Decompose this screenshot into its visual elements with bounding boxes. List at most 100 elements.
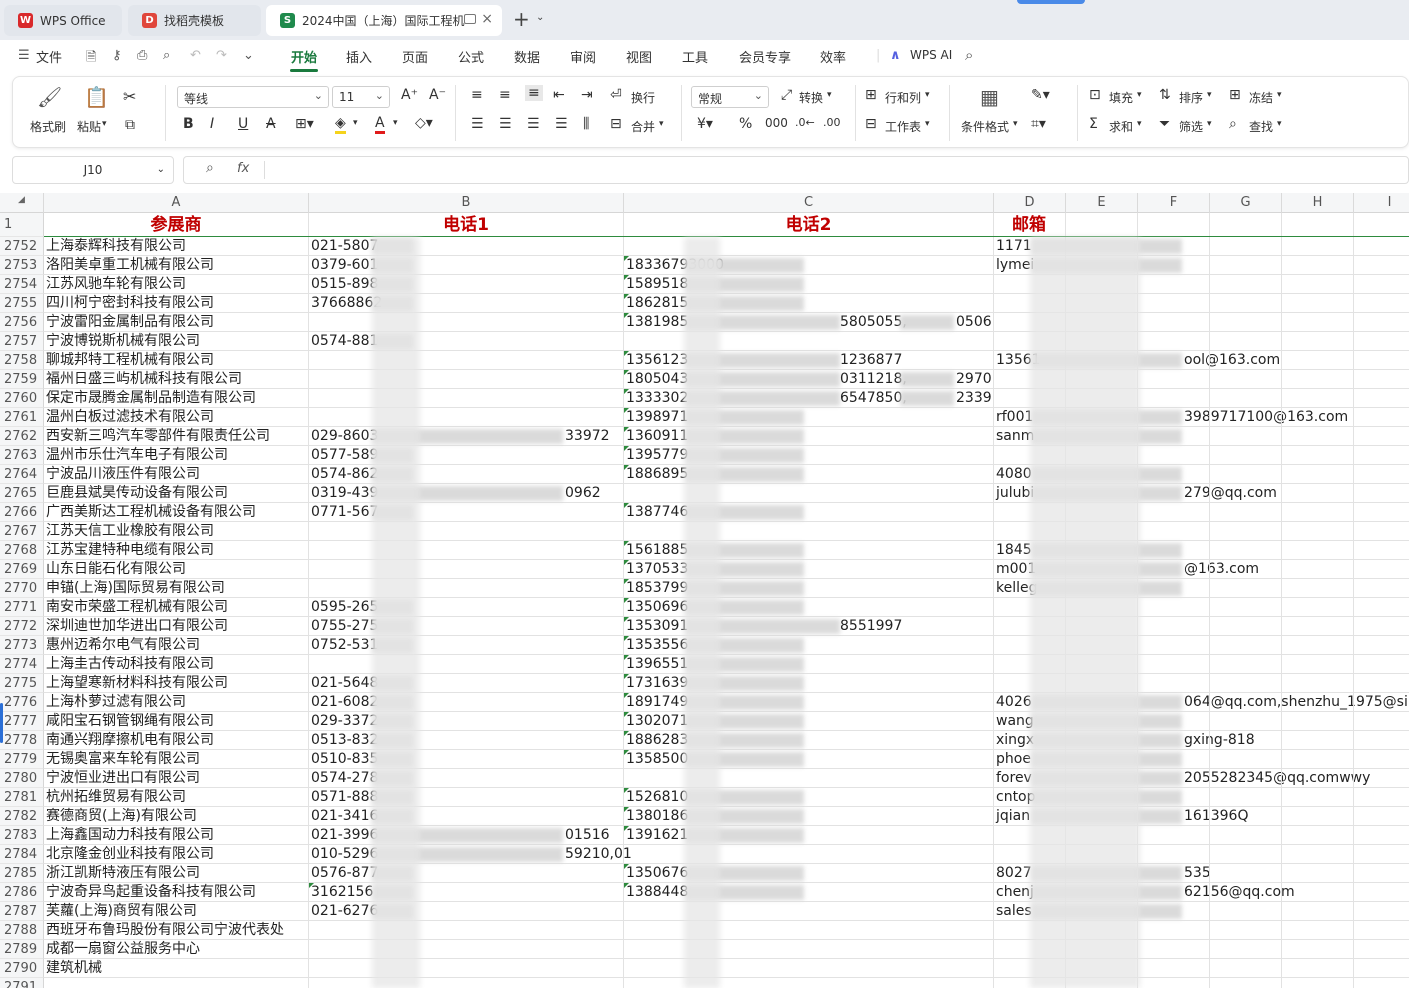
cell[interactable] — [1354, 237, 1409, 256]
cell[interactable] — [1138, 351, 1210, 370]
cell[interactable] — [1138, 845, 1210, 864]
cell[interactable] — [1210, 617, 1282, 636]
wrap-text-button[interactable]: 换行 — [631, 89, 655, 106]
cell[interactable] — [1066, 213, 1138, 237]
cell[interactable] — [1210, 560, 1282, 579]
cell[interactable] — [1282, 636, 1354, 655]
row-number[interactable]: 2785 — [0, 864, 44, 883]
cell[interactable] — [1282, 807, 1354, 826]
cell[interactable] — [1354, 845, 1409, 864]
cell-phone1[interactable]: 0510-835 — [309, 750, 624, 769]
cell[interactable] — [1354, 674, 1409, 693]
column-header-g[interactable]: G — [1210, 193, 1282, 213]
cell[interactable] — [1138, 598, 1210, 617]
cell-phone1[interactable] — [309, 921, 624, 940]
cell-phone2[interactable]: 1302071 — [624, 712, 994, 731]
bold-icon[interactable]: B — [183, 116, 194, 132]
cell[interactable] — [1210, 237, 1282, 256]
freeze-button[interactable]: 冻结 — [1249, 89, 1273, 106]
cell-exhibitor[interactable]: 申锚(上海)国际贸易有限公司 — [44, 579, 309, 598]
header-exhibitor[interactable]: 参展商 — [44, 213, 309, 237]
cell[interactable] — [1354, 655, 1409, 674]
find-button[interactable]: 查找 — [1249, 118, 1273, 135]
font-size-select[interactable]: 11 ⌄ — [332, 86, 390, 108]
cell[interactable] — [1138, 256, 1210, 275]
header-email[interactable]: 邮箱 — [994, 213, 1066, 237]
cell[interactable] — [1210, 522, 1282, 541]
cell-phone2[interactable] — [624, 959, 994, 978]
wrap-text-icon[interactable]: ⏎ — [610, 87, 622, 103]
cell[interactable] — [1282, 579, 1354, 598]
cell[interactable] — [1210, 864, 1282, 883]
cell[interactable] — [1282, 978, 1354, 988]
cell-exhibitor[interactable]: 聊城邦特工程机械有限公司 — [44, 351, 309, 370]
cell[interactable] — [1210, 275, 1282, 294]
cell[interactable] — [1354, 978, 1409, 988]
cell-phone2[interactable]: 1353556 — [624, 636, 994, 655]
cell[interactable] — [1210, 313, 1282, 332]
cell[interactable] — [1354, 541, 1409, 560]
merge-cells-icon[interactable]: ⊟ — [610, 116, 622, 132]
cell[interactable] — [1354, 408, 1409, 427]
cell-phone1[interactable] — [309, 408, 624, 427]
worksheet-icon[interactable]: ⊟ — [865, 116, 877, 132]
menu-page[interactable]: 页面 — [402, 47, 428, 66]
cell[interactable] — [1354, 560, 1409, 579]
cell[interactable] — [1138, 883, 1210, 902]
chevron-down-icon[interactable]: ▾ — [1137, 90, 1142, 100]
border-icon[interactable]: ⊞▾ — [295, 116, 314, 132]
cell-phone1[interactable]: 021-5807 — [309, 237, 624, 256]
cell[interactable] — [1138, 712, 1210, 731]
cell-phone2[interactable]: 1391621 — [624, 826, 994, 845]
cell[interactable] — [1354, 807, 1409, 826]
chevron-down-icon[interactable]: ▾ — [1207, 119, 1212, 129]
column-header-i[interactable]: I — [1354, 193, 1409, 213]
cell-style-icon[interactable]: ✎▾ — [1031, 87, 1050, 103]
cell[interactable] — [1282, 389, 1354, 408]
chevron-down-icon[interactable]: ▾ — [102, 119, 107, 129]
cell[interactable] — [1354, 294, 1409, 313]
percent-icon[interactable]: % — [739, 116, 752, 132]
cell-exhibitor[interactable]: 山东日能石化有限公司 — [44, 560, 309, 579]
thousands-icon[interactable]: 000 — [765, 116, 788, 130]
menu-member[interactable]: 会员专享 — [739, 47, 791, 66]
row-number[interactable]: 2762 — [0, 427, 44, 446]
format-painter-button[interactable]: 格式刷 — [30, 118, 66, 135]
cell-exhibitor[interactable]: 温州白板过滤技术有限公司 — [44, 408, 309, 427]
cell[interactable] — [1138, 541, 1210, 560]
cell[interactable] — [1210, 408, 1282, 427]
chevron-down-icon[interactable]: ⌄ — [157, 157, 165, 183]
cell-phone1[interactable] — [309, 313, 624, 332]
cell[interactable] — [1354, 579, 1409, 598]
cell-exhibitor[interactable]: 温州市乐仕汽车电子有限公司 — [44, 446, 309, 465]
row-number[interactable]: 2773 — [0, 636, 44, 655]
convert-icon[interactable]: ⤢ — [781, 87, 792, 103]
cell-phone1[interactable] — [309, 522, 624, 541]
row-number[interactable]: 2791 — [0, 978, 44, 988]
cell-phone1[interactable]: 0752-531 — [309, 636, 624, 655]
conditional-format-button[interactable]: 条件格式 — [961, 118, 1009, 135]
cell[interactable] — [1354, 959, 1409, 978]
cell[interactable] — [1210, 883, 1282, 902]
cell-phone2[interactable]: 1350676 — [624, 864, 994, 883]
search-icon[interactable]: ⌕ — [965, 46, 973, 64]
chevron-down-icon[interactable]: ▾ — [1277, 90, 1282, 100]
cell-exhibitor[interactable]: 四川柯宁密封科技有限公司 — [44, 294, 309, 313]
cell-exhibitor[interactable]: 广西美斯达工程机械设备有限公司 — [44, 503, 309, 522]
cell[interactable] — [1282, 446, 1354, 465]
cell-exhibitor[interactable]: 上海泰辉科技有限公司 — [44, 237, 309, 256]
save-icon[interactable]: 🗎 — [86, 48, 96, 70]
row-number[interactable]: 2759 — [0, 370, 44, 389]
filter-button[interactable]: 筛选 — [1179, 118, 1203, 135]
cell[interactable] — [1282, 959, 1354, 978]
cell-exhibitor[interactable]: 西班牙布鲁玛股份有限公司宁波代表处 — [44, 921, 309, 940]
convert-button[interactable]: 转换 — [799, 89, 823, 106]
cell-exhibitor[interactable]: 赛德商贸(上海)有限公司 — [44, 807, 309, 826]
cell[interactable] — [1354, 940, 1409, 959]
clear-format-icon[interactable]: ◇▾ — [415, 115, 433, 131]
cell-exhibitor[interactable]: 上海望寒新材料科技有限公司 — [44, 674, 309, 693]
key-icon[interactable]: ⚷ — [112, 48, 122, 63]
cell[interactable] — [1282, 427, 1354, 446]
column-header-d[interactable]: D — [994, 193, 1066, 213]
row-number[interactable]: 2772 — [0, 617, 44, 636]
